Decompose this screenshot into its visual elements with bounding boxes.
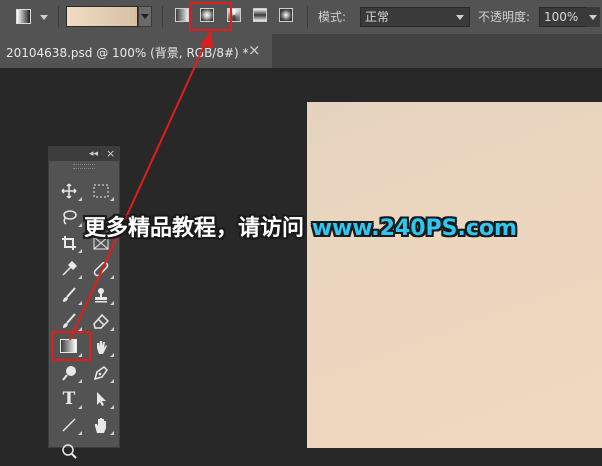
chevron-down-icon <box>456 15 464 20</box>
opacity-dropdown[interactable] <box>586 7 600 27</box>
zoom-icon <box>62 444 77 459</box>
type-tool[interactable]: T <box>55 387 83 411</box>
arrow-cursor-icon <box>97 392 106 406</box>
document-tab[interactable]: 20104638.psd @ 100% (背景, RGB/8#) * × <box>0 34 272 68</box>
pen-icon <box>93 366 108 381</box>
chevron-down-icon <box>589 15 597 20</box>
reflected-gradient-button[interactable] <box>253 8 267 22</box>
chevron-down-icon <box>40 15 48 20</box>
grip-icon <box>73 164 95 169</box>
marquee-tool[interactable] <box>87 179 115 203</box>
document-tab-title: 20104638.psd @ 100% (背景, RGB/8#) * <box>6 46 249 60</box>
lasso-tool[interactable] <box>55 205 83 229</box>
crop-icon <box>62 236 76 250</box>
dodge-icon <box>62 366 76 381</box>
tools-panel-header[interactable]: ◂◂ × <box>49 147 119 161</box>
eraser-tool[interactable] <box>87 309 115 333</box>
watermark-cn: 更多精品教程，请访问 <box>84 216 305 241</box>
selected-tool-highlight <box>51 331 91 361</box>
watermark-url: www.240PS.com <box>311 216 517 241</box>
healing-brush-tool[interactable] <box>87 257 115 281</box>
brush-icon <box>63 287 76 302</box>
selected-gradient-type-highlight <box>189 2 232 31</box>
divider <box>58 6 59 28</box>
path-selection-tool[interactable] <box>87 387 115 411</box>
gradient-preset-icon <box>16 9 31 24</box>
close-icon[interactable]: × <box>248 41 261 59</box>
watermark-text: 更多精品教程，请访问 www.240PS.com <box>84 210 517 242</box>
eyedropper-icon <box>62 260 78 276</box>
diamond-gradient-button[interactable] <box>279 8 293 22</box>
line-icon <box>62 418 76 432</box>
options-bar: 模式: 正常 不透明度: 100% <box>0 0 602 34</box>
blend-mode-select[interactable]: 正常 <box>360 7 470 27</box>
smudge-tool[interactable] <box>87 335 115 359</box>
history-brush-tool[interactable] <box>55 309 83 333</box>
document-canvas[interactable] <box>307 102 602 448</box>
divider <box>162 6 163 28</box>
dodge-tool[interactable] <box>55 361 83 385</box>
lasso-icon <box>63 210 77 225</box>
smudge-icon <box>97 341 107 354</box>
clone-stamp-tool[interactable] <box>87 283 115 307</box>
move-tool[interactable] <box>55 179 83 203</box>
opacity-value: 100% <box>544 10 579 24</box>
opacity-label: 不透明度: <box>478 10 531 24</box>
eyedropper-tool[interactable] <box>55 257 83 281</box>
close-icon[interactable]: × <box>106 147 115 161</box>
type-icon: T <box>62 389 76 409</box>
tool-preset-picker[interactable] <box>10 6 52 28</box>
gradient-editor-swatch[interactable] <box>66 6 138 27</box>
move-icon <box>61 183 77 199</box>
mode-label: 模式: <box>318 10 347 24</box>
stamp-icon <box>95 288 107 303</box>
hand-icon <box>95 418 106 433</box>
pen-tool[interactable] <box>87 361 115 385</box>
brush-tool[interactable] <box>55 283 83 307</box>
bandage-icon <box>93 261 109 277</box>
collapse-icon[interactable]: ◂◂ <box>89 147 98 161</box>
history-brush-icon <box>63 313 76 328</box>
line-tool[interactable] <box>55 413 83 437</box>
linear-gradient-button[interactable] <box>175 8 189 22</box>
chevron-down-icon <box>141 14 149 19</box>
gradient-picker-dropdown[interactable] <box>138 6 152 27</box>
marquee-icon <box>93 184 109 198</box>
hand-tool[interactable] <box>87 413 115 437</box>
eraser-icon <box>93 313 110 329</box>
crop-tool[interactable] <box>55 231 83 255</box>
opacity-input[interactable]: 100% <box>539 7 587 27</box>
divider <box>307 6 308 28</box>
tools-panel: ◂◂ × T <box>48 146 120 459</box>
zoom-tool[interactable] <box>55 439 83 463</box>
blend-mode-value: 正常 <box>365 10 390 24</box>
